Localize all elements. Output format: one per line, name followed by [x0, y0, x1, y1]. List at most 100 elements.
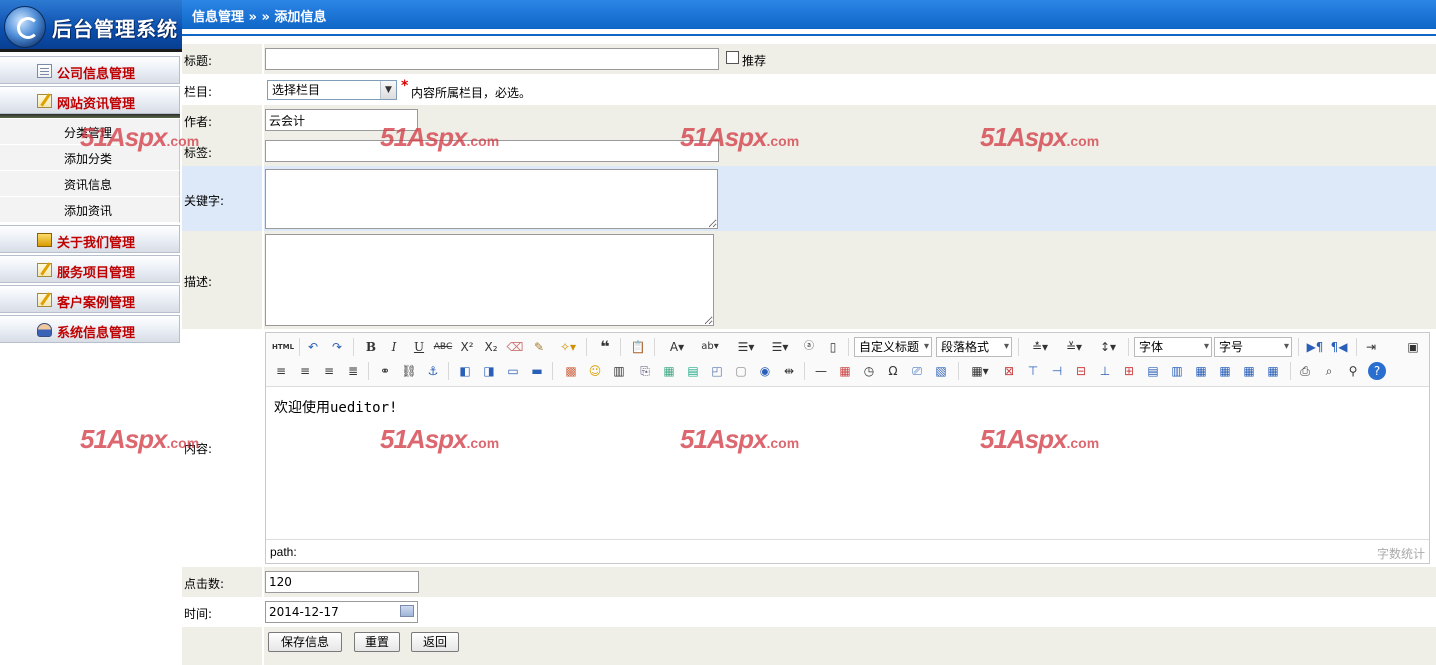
insert-video-icon[interactable]: ▥ — [610, 362, 628, 380]
superscript-icon[interactable]: X² — [458, 338, 476, 356]
insert-row-icon[interactable]: ⊤ — [1024, 362, 1042, 380]
format-brush-icon[interactable]: ✎ — [530, 338, 548, 356]
emotion-icon[interactable]: ☺ — [586, 362, 604, 380]
merge-down-icon[interactable]: ▥ — [1168, 362, 1186, 380]
menu-system-info[interactable]: 系统信息管理 — [0, 315, 180, 343]
image-center-icon[interactable]: ▬ — [528, 362, 546, 380]
preview-icon[interactable]: ⌕ — [1320, 362, 1338, 380]
word-image-icon[interactable]: ▧ — [932, 362, 950, 380]
insert-image-icon[interactable]: ▩ — [562, 362, 580, 380]
ordered-list-icon[interactable]: ☰▾ — [732, 338, 760, 356]
author-input[interactable] — [265, 109, 418, 131]
clicks-input[interactable] — [265, 571, 419, 593]
highlight-color-icon[interactable]: ab▾ — [696, 338, 724, 356]
font-family-select[interactable]: 字体 — [1134, 337, 1212, 357]
menu-company-info[interactable]: 公司信息管理 — [0, 56, 180, 84]
description-textarea[interactable] — [265, 234, 714, 326]
unordered-list-icon[interactable]: ☰▾ — [766, 338, 794, 356]
help-icon[interactable]: ? — [1368, 362, 1386, 380]
eraser-icon[interactable]: ⌫ — [506, 338, 524, 356]
delete-row-icon[interactable]: ⊟ — [1072, 362, 1090, 380]
bold-icon[interactable]: B — [362, 338, 380, 356]
submenu-item-add-news[interactable]: 添加资讯 — [0, 197, 180, 223]
font-color-icon[interactable]: A▾ — [664, 338, 690, 356]
image-float-left-icon[interactable]: ◧ — [456, 362, 474, 380]
ltr-direction-icon[interactable]: ▶¶ — [1306, 338, 1324, 356]
paste-text-icon[interactable]: 📋 — [629, 338, 647, 356]
paragraph-format-select[interactable]: 段落格式 — [936, 337, 1012, 357]
reset-button[interactable]: 重置 — [354, 632, 400, 652]
custom-title-select[interactable]: 自定义标题 — [854, 337, 932, 357]
split-rows-icon[interactable]: ▦ — [1216, 362, 1234, 380]
row-spacing-bottom-icon[interactable]: ≚▾ — [1060, 338, 1088, 356]
calendar-icon[interactable] — [400, 605, 414, 617]
align-center-icon[interactable]: ≡ — [296, 362, 314, 380]
tags-input[interactable] — [265, 140, 719, 162]
page-break-icon[interactable]: ⇹ — [780, 362, 798, 380]
delete-col-icon[interactable]: ⊥ — [1096, 362, 1114, 380]
split-cells-icon[interactable]: ▦ — [1192, 362, 1210, 380]
snapscreen-icon[interactable]: ⎚ — [908, 362, 926, 380]
align-right-icon[interactable]: ≡ — [320, 362, 338, 380]
submenu-item-add-category[interactable]: 添加分类 — [0, 145, 180, 171]
menu-cases[interactable]: 客户案例管理 — [0, 285, 180, 313]
row-column: 栏目: 选择栏目 ▼ * 内容所属栏目，必选。 — [182, 74, 1436, 105]
select-all-icon[interactable]: ⓐ — [800, 338, 818, 356]
image-inline-icon[interactable]: ▭ — [504, 362, 522, 380]
clear-doc-icon[interactable]: ▯ — [824, 338, 842, 356]
strikethrough-icon[interactable]: ABC — [432, 338, 454, 356]
date-input[interactable] — [265, 601, 418, 623]
webapp-icon[interactable]: ◉ — [756, 362, 774, 380]
recommend-checkbox[interactable] — [726, 51, 739, 64]
insert-table-icon[interactable]: ▦▾ — [966, 362, 994, 380]
date-icon[interactable]: ▦ — [836, 362, 854, 380]
delete-table-icon[interactable]: ⊠ — [1000, 362, 1018, 380]
line-height-icon[interactable]: ↕▾ — [1094, 338, 1122, 356]
map-icon[interactable]: ▦ — [660, 362, 678, 380]
rtl-direction-icon[interactable]: ¶◀ — [1330, 338, 1348, 356]
title-input[interactable] — [265, 48, 719, 70]
insert-col-icon[interactable]: ⊣ — [1048, 362, 1066, 380]
redo-icon[interactable]: ↷ — [328, 338, 346, 356]
anchor-icon[interactable]: ⚓ — [424, 362, 442, 380]
row-spacing-top-icon[interactable]: ≛▾ — [1026, 338, 1054, 356]
font-size-select[interactable]: 字号 — [1214, 337, 1292, 357]
merge-right-icon[interactable]: ▤ — [1144, 362, 1162, 380]
keywords-textarea[interactable] — [265, 169, 718, 229]
submenu-item-news-info[interactable]: 资讯信息 — [0, 171, 180, 197]
menu-news[interactable]: 网站资讯管理 — [0, 86, 180, 114]
search-replace-icon[interactable]: ⚲ — [1344, 362, 1362, 380]
auto-format-icon[interactable]: ✧▾ — [555, 338, 581, 356]
link-icon[interactable]: ⚭ — [376, 362, 394, 380]
html-source-icon[interactable]: HTML — [272, 338, 294, 356]
indent-icon[interactable]: ⇥ — [1362, 338, 1380, 356]
column-select[interactable]: 选择栏目 ▼ — [267, 80, 397, 100]
align-left-icon[interactable]: ≡ — [272, 362, 290, 380]
insert-code-icon[interactable]: ▢ — [732, 362, 750, 380]
attachment-icon[interactable]: ⎘ — [636, 362, 654, 380]
menu-about-us[interactable]: 关于我们管理 — [0, 225, 180, 253]
image-float-right-icon[interactable]: ◨ — [480, 362, 498, 380]
underline-icon[interactable]: U — [410, 338, 428, 356]
print-icon[interactable]: ⎙ — [1296, 362, 1314, 380]
insert-frame-icon[interactable]: ◰ — [708, 362, 726, 380]
google-map-icon[interactable]: ▤ — [684, 362, 702, 380]
save-button[interactable]: 保存信息 — [268, 632, 342, 652]
unlink-icon[interactable]: ⛓ — [400, 362, 418, 380]
time-icon[interactable]: ◷ — [860, 362, 878, 380]
editor-content[interactable]: 欢迎使用ueditor! — [274, 397, 397, 417]
back-button[interactable]: 返回 — [411, 632, 459, 652]
blockquote-icon[interactable]: ❝ — [596, 338, 614, 356]
align-justify-icon[interactable]: ≣ — [344, 362, 362, 380]
subscript-icon[interactable]: X₂ — [482, 338, 500, 356]
special-char-icon[interactable]: Ω — [884, 362, 902, 380]
table-props-icon[interactable]: ▦ — [1264, 362, 1282, 380]
italic-icon[interactable]: I — [385, 338, 403, 356]
submenu-item-category-manage[interactable]: 分类管理 — [0, 119, 180, 145]
undo-icon[interactable]: ↶ — [304, 338, 322, 356]
split-cols-icon[interactable]: ▦ — [1240, 362, 1258, 380]
merge-cells-icon[interactable]: ⊞ — [1120, 362, 1138, 380]
horizontal-rule-icon[interactable]: — — [812, 362, 830, 380]
menu-services[interactable]: 服务项目管理 — [0, 255, 180, 283]
fullscreen-icon[interactable]: ▣ — [1404, 338, 1422, 356]
